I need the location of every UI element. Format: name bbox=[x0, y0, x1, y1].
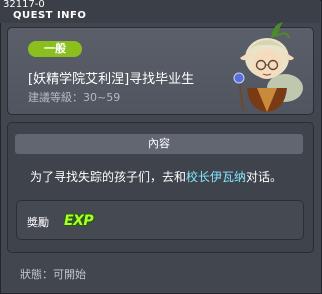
content-section-header: 內容 bbox=[15, 134, 303, 154]
exp-icon: EXP bbox=[64, 213, 94, 229]
quest-id: 32117-0 bbox=[3, 0, 45, 10]
description-prefix: 为了寻找失踪的孩子们，去和 bbox=[30, 170, 187, 184]
window-title: QUEST INFO bbox=[13, 10, 87, 21]
category-badge: 一般 bbox=[28, 41, 82, 57]
description-suffix: 对话。 bbox=[246, 170, 283, 184]
npc-portrait-icon bbox=[233, 22, 303, 112]
npc-name-link[interactable]: 校长伊瓦纳 bbox=[186, 170, 246, 184]
reward-label: 獎勵 bbox=[27, 216, 49, 229]
quest-status: 狀態：可開始 bbox=[20, 268, 86, 281]
quest-description: 为了寻找失踪的孩子们，去和校长伊瓦纳对话。 bbox=[30, 168, 282, 185]
reward-box bbox=[16, 200, 304, 240]
recommended-level: 建議等級：30~59 bbox=[28, 91, 121, 104]
quest-name: [妖精学院艾利涅]寻找毕业生 bbox=[28, 72, 195, 87]
